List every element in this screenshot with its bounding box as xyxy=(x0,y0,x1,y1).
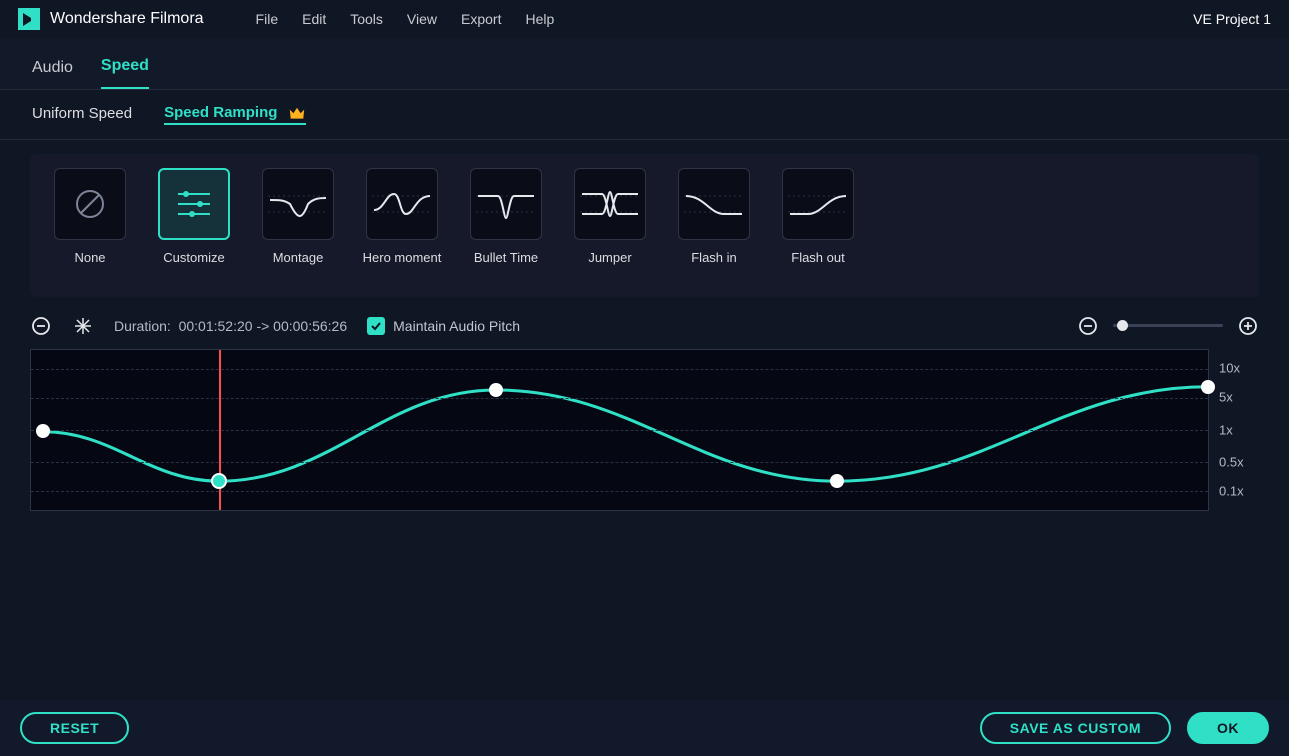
menu-tools[interactable]: Tools xyxy=(338,11,395,27)
preset-jumper-thumb xyxy=(574,168,646,240)
speed-subtabs: Uniform Speed Speed Ramping xyxy=(0,90,1289,140)
menubar: Wondershare Filmora File Edit Tools View… xyxy=(0,0,1289,38)
subtab-uniform-speed[interactable]: Uniform Speed xyxy=(32,105,132,124)
curve-flashout-icon xyxy=(788,184,848,224)
curve-hero-icon xyxy=(372,184,432,224)
preset-none[interactable]: None xyxy=(50,168,130,267)
menu-view[interactable]: View xyxy=(395,11,449,27)
preset-flashout-thumb xyxy=(782,168,854,240)
speed-graph-area: 10x 5x 1x 0.5x 0.1x xyxy=(30,349,1259,511)
preset-bullet-thumb xyxy=(470,168,542,240)
remove-keyframe-button[interactable] xyxy=(30,315,52,337)
preset-none-thumb xyxy=(54,168,126,240)
app-logo xyxy=(18,8,40,30)
freeze-frame-button[interactable] xyxy=(72,315,94,337)
preset-montage-thumb xyxy=(262,168,334,240)
tab-audio[interactable]: Audio xyxy=(32,59,73,89)
preset-montage-label: Montage xyxy=(273,250,324,267)
preset-hero-thumb xyxy=(366,168,438,240)
app-brand: Wondershare Filmora xyxy=(50,10,204,28)
gridline xyxy=(31,430,1208,431)
zoom-slider-thumb[interactable] xyxy=(1117,320,1128,331)
menu-export[interactable]: Export xyxy=(449,11,513,27)
control-point[interactable] xyxy=(211,473,227,489)
snowflake-icon xyxy=(73,316,93,336)
zoom-out-button[interactable] xyxy=(1077,315,1099,337)
y-tick-label: 1x xyxy=(1219,422,1233,437)
ramp-presets-panel: None Customize Montage xyxy=(30,154,1259,297)
duration-value: 00:01:52:20 -> 00:00:56:26 xyxy=(179,318,348,334)
preset-bullet-label: Bullet Time xyxy=(474,250,538,267)
tab-speed[interactable]: Speed xyxy=(101,57,149,89)
preset-customize-thumb xyxy=(158,168,230,240)
gridline xyxy=(31,398,1208,399)
preset-none-label: None xyxy=(74,250,105,267)
reset-button[interactable]: RESET xyxy=(20,712,129,744)
curve-jumper-icon xyxy=(580,184,640,224)
check-icon xyxy=(367,317,385,335)
gridline xyxy=(31,462,1208,463)
preset-jumper-label: Jumper xyxy=(588,250,631,267)
menu-file[interactable]: File xyxy=(244,11,291,27)
preset-customize[interactable]: Customize xyxy=(154,168,234,267)
preset-hero-label: Hero moment xyxy=(362,250,442,267)
subtab-speed-ramping[interactable]: Speed Ramping xyxy=(164,104,306,125)
save-as-custom-button[interactable]: SAVE AS CUSTOM xyxy=(980,712,1171,744)
curve-montage-icon xyxy=(268,184,328,224)
premium-crown-icon xyxy=(288,106,306,120)
subtab-speed-ramping-label: Speed Ramping xyxy=(164,104,277,121)
duration-label: Duration: xyxy=(114,318,171,334)
preset-bullet-time[interactable]: Bullet Time xyxy=(466,168,546,267)
menu-edit[interactable]: Edit xyxy=(290,11,338,27)
gridline xyxy=(31,369,1208,370)
y-tick-label: 0.5x xyxy=(1219,455,1244,470)
ban-icon xyxy=(72,186,108,222)
panel-tabs: Audio Speed xyxy=(0,38,1289,90)
preset-flashout-label: Flash out xyxy=(791,250,844,267)
preset-montage[interactable]: Montage xyxy=(258,168,338,267)
preset-jumper[interactable]: Jumper xyxy=(570,168,650,267)
y-tick-label: 0.1x xyxy=(1219,484,1244,499)
curve-bullet-icon xyxy=(476,184,536,224)
menu-help[interactable]: Help xyxy=(513,11,566,27)
ramp-toolbar: Duration: 00:01:52:20 -> 00:00:56:26 Mai… xyxy=(0,303,1289,349)
gridline xyxy=(31,491,1208,492)
preset-customize-label: Customize xyxy=(163,250,224,267)
speed-graph[interactable] xyxy=(30,349,1209,511)
preset-flash-out[interactable]: Flash out xyxy=(778,168,858,267)
maintain-pitch-checkbox[interactable]: Maintain Audio Pitch xyxy=(367,317,520,335)
y-tick-label: 5x xyxy=(1219,390,1233,405)
curve-flashin-icon xyxy=(684,184,744,224)
zoom-controls xyxy=(1077,315,1259,337)
preset-flash-in[interactable]: Flash in xyxy=(674,168,754,267)
preset-hero-moment[interactable]: Hero moment xyxy=(362,168,442,267)
duration-display: Duration: 00:01:52:20 -> 00:00:56:26 xyxy=(114,318,347,334)
control-point[interactable] xyxy=(830,474,844,488)
y-axis-scale: 10x 5x 1x 0.5x 0.1x xyxy=(1209,349,1259,511)
zoom-in-button[interactable] xyxy=(1237,315,1259,337)
preset-flashin-label: Flash in xyxy=(691,250,737,267)
maintain-pitch-label: Maintain Audio Pitch xyxy=(393,318,520,334)
control-point[interactable] xyxy=(489,383,503,397)
sliders-icon xyxy=(174,188,214,220)
zoom-slider[interactable] xyxy=(1113,324,1223,327)
preset-flashin-thumb xyxy=(678,168,750,240)
ramp-presets: None Customize Montage xyxy=(50,168,1239,267)
footer-bar: RESET SAVE AS CUSTOM OK xyxy=(0,700,1289,756)
ok-button[interactable]: OK xyxy=(1187,712,1269,744)
control-point[interactable] xyxy=(36,424,50,438)
y-tick-label: 10x xyxy=(1219,361,1240,376)
project-name: VE Project 1 xyxy=(1193,11,1271,27)
